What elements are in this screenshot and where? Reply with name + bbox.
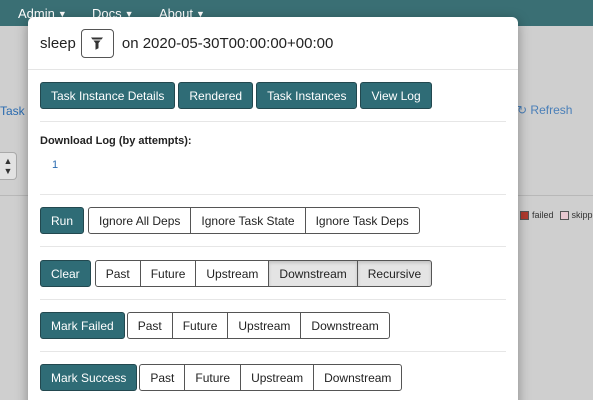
divider <box>40 246 506 247</box>
mark-failed-button[interactable]: Mark Failed <box>40 312 125 339</box>
background-refresh-link: ↻ Refresh <box>517 103 573 117</box>
background-legend: failed skipp <box>520 210 593 220</box>
clear-button[interactable]: Clear <box>40 260 91 287</box>
mark-failed-past-toggle[interactable]: Past <box>126 312 173 339</box>
run-button[interactable]: Run <box>40 207 85 234</box>
divider <box>40 121 506 122</box>
clear-recursive-toggle[interactable]: Recursive <box>356 260 433 287</box>
clear-future-toggle[interactable]: Future <box>139 260 197 287</box>
ignore-task-state-toggle[interactable]: Ignore Task State <box>190 207 306 234</box>
download-log-section: Download Log (by attempts): 1 <box>40 135 506 173</box>
ignore-all-deps-toggle[interactable]: Ignore All Deps <box>88 207 192 234</box>
mark-success-options-group: Past Future Upstream Downstream <box>139 364 403 391</box>
filter-upstream-button[interactable] <box>80 28 114 58</box>
refresh-icon: ↻ <box>517 103 528 117</box>
task-instances-button[interactable]: Task Instances <box>256 82 358 109</box>
divider <box>40 351 506 352</box>
view-log-button[interactable]: View Log <box>360 82 432 109</box>
mark-success-upstream-toggle[interactable]: Upstream <box>240 364 315 391</box>
mark-failed-downstream-toggle[interactable]: Downstream <box>300 312 390 339</box>
run-section: Run Ignore All Deps Ignore Task State Ig… <box>40 207 506 234</box>
divider <box>40 299 506 300</box>
rendered-button[interactable]: Rendered <box>178 82 254 109</box>
modal-nav-buttons: Task Instance Details Rendered Task Inst… <box>40 82 506 109</box>
background-task-link: Task <box>0 104 25 118</box>
modal-task-id: sleep <box>40 34 76 52</box>
mark-failed-options-group: Past Future Upstream Downstream <box>126 312 390 339</box>
mark-success-section: Mark Success Past Future Upstream Downst… <box>40 364 506 391</box>
legend-label-failed: failed <box>532 210 554 220</box>
background-divider <box>518 195 593 196</box>
run-options-group: Ignore All Deps Ignore Task State Ignore… <box>88 207 420 234</box>
legend-label-skipped: skipp <box>571 210 593 220</box>
modal-on-label: on <box>121 34 139 52</box>
clear-past-toggle[interactable]: Past <box>94 260 141 287</box>
mark-success-future-toggle[interactable]: Future <box>184 364 242 391</box>
mark-success-button[interactable]: Mark Success <box>40 364 138 391</box>
background-stepper: ▲ ▼ <box>0 152 17 180</box>
mark-success-downstream-toggle[interactable]: Downstream <box>313 364 403 391</box>
filter-icon <box>91 37 104 50</box>
divider <box>40 194 506 195</box>
clear-downstream-toggle[interactable]: Downstream <box>268 260 358 287</box>
task-instance-modal: sleep on 2020-05-30T00:00:00+00:00 Task … <box>28 17 518 400</box>
background-divider <box>0 195 28 196</box>
mark-failed-upstream-toggle[interactable]: Upstream <box>227 312 302 339</box>
clear-section: Clear Past Future Upstream Downstream Re… <box>40 260 506 287</box>
log-attempt-link[interactable]: 1 <box>52 159 58 171</box>
clear-options-group: Past Future Upstream Downstream Recursiv… <box>94 260 433 287</box>
mark-success-past-toggle[interactable]: Past <box>139 364 186 391</box>
legend-swatch-skipped <box>559 210 569 220</box>
legend-swatch-failed <box>520 210 529 220</box>
clear-upstream-toggle[interactable]: Upstream <box>195 260 270 287</box>
ignore-task-deps-toggle[interactable]: Ignore Task Deps <box>304 207 420 234</box>
modal-header: sleep on 2020-05-30T00:00:00+00:00 <box>28 17 518 70</box>
modal-title-date: on 2020-05-30T00:00:00+00:00 <box>122 35 333 52</box>
download-log-title: Download Log (by attempts): <box>40 135 192 147</box>
mark-failed-future-toggle[interactable]: Future <box>171 312 229 339</box>
task-instance-details-button[interactable]: Task Instance Details <box>40 82 176 109</box>
modal-execution-date: 2020-05-30T00:00:00+00:00 <box>142 34 334 52</box>
mark-failed-section: Mark Failed Past Future Upstream Downstr… <box>40 312 506 339</box>
